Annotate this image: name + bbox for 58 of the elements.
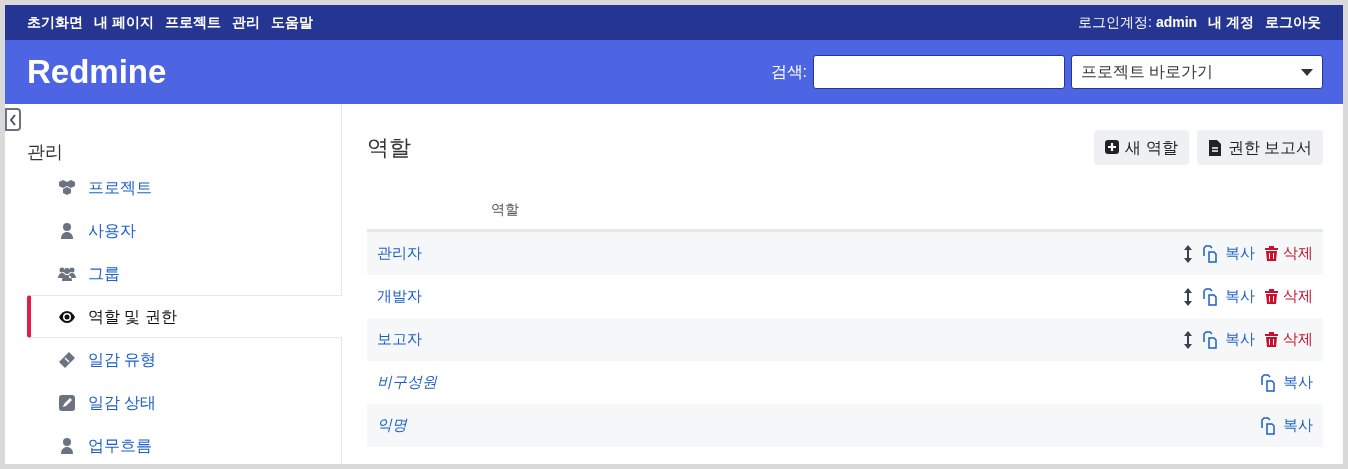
person-icon [58, 221, 76, 240]
copy-icon [1260, 373, 1278, 392]
copy-link[interactable]: 복사 [1260, 414, 1313, 437]
role-link[interactable]: 비구성원 [377, 371, 437, 394]
sort-handle-icon[interactable] [1184, 330, 1192, 349]
sort-handle-icon[interactable] [1184, 244, 1192, 263]
role-link[interactable]: 개발자 [377, 285, 422, 308]
sidebar-item[interactable]: 프로젝트 [27, 166, 342, 209]
sidebar-item[interactable]: 일감 상태 [27, 381, 342, 424]
top-menu-link[interactable]: 관리 [231, 12, 260, 33]
site-title: Redmine [27, 52, 167, 93]
role-link[interactable]: 보고자 [377, 328, 422, 351]
document-icon [1207, 139, 1222, 156]
trash-icon [1265, 289, 1278, 304]
search-label: 검색: [770, 62, 807, 82]
cubes-icon [58, 178, 76, 197]
sort-handle-icon[interactable] [1184, 287, 1192, 306]
chevron-left-icon [9, 113, 17, 126]
ticket-icon [58, 350, 76, 369]
top-menu-link[interactable]: 프로젝트 [164, 12, 221, 33]
delete-link[interactable]: 삭제 [1265, 328, 1313, 351]
account-link[interactable]: 내 계정 [1208, 12, 1254, 33]
page-title: 역할 [367, 134, 411, 162]
sidebar-item[interactable]: 사용자 [27, 209, 342, 252]
project-jump-dropdown[interactable]: 프로젝트 바로가기 [1071, 55, 1323, 89]
sidebar-item[interactable]: 일감 유형 [27, 338, 342, 381]
top-menu-link[interactable]: 초기화면 [27, 12, 83, 33]
copy-icon [1260, 416, 1278, 435]
trash-icon [1265, 332, 1278, 347]
person-icon [58, 436, 76, 455]
role-link[interactable]: 익명 [377, 414, 407, 437]
copy-link[interactable]: 복사 [1260, 371, 1313, 394]
delete-link[interactable]: 삭제 [1265, 285, 1313, 308]
copy-icon [1202, 330, 1220, 349]
role-link[interactable]: 관리자 [377, 242, 422, 265]
logged-in-text: 로그인계정: [1078, 13, 1152, 32]
pencil-square-icon [58, 393, 76, 412]
permissions-report-button[interactable]: 권한 보고서 [1196, 130, 1323, 165]
sidebar-title: 관리 [27, 142, 63, 162]
delete-link[interactable]: 삭제 [1265, 242, 1313, 265]
account-link[interactable]: 로그아웃 [1265, 12, 1321, 33]
copy-icon [1202, 287, 1220, 306]
caret-icon [1301, 68, 1313, 76]
sidebar-item[interactable]: 업무흐름 [27, 424, 342, 464]
column-header: 역할 [491, 200, 519, 219]
new-role-button[interactable]: 새 역할 [1094, 130, 1189, 165]
top-menu-link[interactable]: 도움말 [270, 12, 313, 33]
copy-icon [1202, 244, 1220, 263]
trash-icon [1265, 246, 1278, 261]
copy-link[interactable]: 복사 [1202, 242, 1255, 265]
top-menu-link[interactable]: 내 페이지 [94, 12, 154, 33]
collapse-sidebar-button[interactable] [5, 108, 21, 131]
plus-square-icon [1105, 139, 1120, 156]
sidebar-item[interactable]: 역할 및 권한 [27, 295, 342, 338]
copy-link[interactable]: 복사 [1202, 328, 1255, 351]
search-field[interactable] [813, 55, 1065, 89]
copy-link[interactable]: 복사 [1202, 285, 1255, 308]
user-link[interactable]: admin [1155, 12, 1198, 33]
